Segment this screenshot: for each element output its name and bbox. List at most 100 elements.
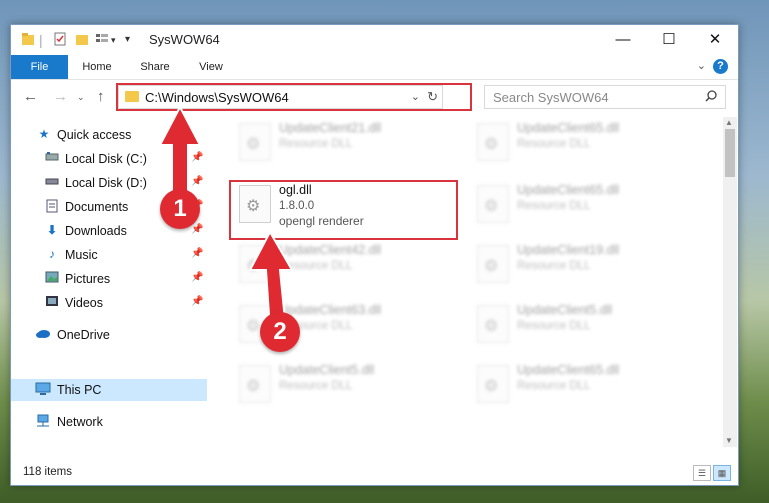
pin-icon[interactable]: 📌 [191, 272, 203, 283]
customize-toolbar-icon[interactable]: ▾ [125, 32, 130, 48]
dll-file-icon [477, 123, 509, 161]
chevron-down-icon[interactable]: ▾ [111, 32, 116, 48]
pictures-icon [45, 271, 59, 285]
drive-icon [45, 175, 59, 189]
file-version: 1.8.0.0 [279, 200, 315, 212]
sidebar-item-videos[interactable]: Videos 📌 [11, 292, 207, 314]
file-name: UpdateClient65.dll [517, 183, 620, 197]
scroll-up-icon[interactable]: ▲ [725, 118, 733, 127]
file-description: Resource DLL [517, 200, 591, 212]
file-name: UpdateClient65.dll [517, 363, 620, 377]
title-bar: | ▾ ▾ SysWOW64 — ☐ ✕ [11, 25, 738, 55]
search-input[interactable]: Search SysWOW64 [484, 85, 726, 109]
scroll-thumb[interactable] [725, 129, 735, 177]
file-tile[interactable]: UpdateClient5.dll Resource DLL [469, 299, 689, 347]
file-name: ogl.dll [279, 183, 312, 197]
minimize-button[interactable]: — [600, 25, 646, 55]
help-icon[interactable]: ? [713, 59, 728, 74]
dll-file-icon [477, 305, 509, 343]
dll-file-icon [477, 365, 509, 403]
ribbon-expand-icon[interactable]: ⌄ [697, 59, 706, 72]
videos-icon [45, 295, 59, 309]
search-placeholder: Search SysWOW64 [493, 90, 609, 105]
view-options-icon[interactable] [95, 32, 109, 48]
up-arrow-icon[interactable]: ↑ [97, 88, 105, 105]
sidebar-item-onedrive[interactable]: OneDrive [11, 324, 207, 346]
step-badge-1: 1 [160, 189, 200, 229]
file-tile[interactable]: UpdateClient65.dll Resource DLL [469, 179, 689, 227]
sidebar-item-label: OneDrive [57, 328, 110, 342]
file-description: Resource DLL [279, 138, 353, 150]
file-tile[interactable]: UpdateClient19.dll Resource DLL [469, 239, 689, 287]
drive-icon [45, 151, 59, 165]
window-title: SysWOW64 [149, 32, 220, 47]
download-icon: ⬇ [46, 223, 58, 237]
refresh-icon[interactable]: ↻ [427, 89, 438, 105]
address-path[interactable]: C:\Windows\SysWOW64 [145, 90, 289, 105]
scroll-down-icon[interactable]: ▼ [725, 436, 733, 445]
close-button[interactable]: ✕ [692, 25, 738, 55]
tab-view[interactable]: View [187, 55, 235, 79]
properties-icon[interactable] [53, 32, 67, 48]
forward-arrow-icon[interactable]: → [53, 88, 68, 105]
sidebar-item-music[interactable]: ♪ Music 📌 [11, 244, 207, 266]
separator: | [39, 32, 43, 48]
file-name: UpdateClient65.dll [517, 121, 620, 135]
music-icon: ♪ [49, 247, 55, 261]
file-name: UpdateClient19.dll [517, 243, 620, 257]
file-name: UpdateClient5.dll [517, 303, 613, 317]
computer-icon [35, 382, 51, 396]
file-tile[interactable]: UpdateClient65.dll Resource DLL [469, 117, 689, 165]
folder-icon [125, 91, 139, 102]
sidebar-item-label: Documents [65, 200, 129, 214]
tiles-view-icon[interactable]: ▦ [713, 465, 731, 481]
file-description: Resource DLL [517, 380, 591, 392]
file-name: UpdateClient5.dll [279, 363, 375, 377]
tab-share[interactable]: Share [131, 55, 179, 79]
file-description: opengl renderer [279, 214, 364, 228]
sidebar-item-network[interactable]: Network [11, 411, 207, 433]
network-icon [35, 414, 49, 428]
recent-locations-icon[interactable]: ⌄ [77, 92, 85, 103]
explorer-window: | ▾ ▾ SysWOW64 — ☐ ✕ File Home Share Vie… [10, 24, 739, 486]
sidebar-item-label: Videos [65, 296, 103, 310]
dll-file-icon [239, 365, 271, 403]
folder-icon [21, 32, 35, 48]
tab-home[interactable]: Home [73, 55, 121, 79]
sidebar-item-label: Local Disk (C:) [65, 152, 147, 166]
documents-icon [45, 199, 59, 213]
status-bar: 118 items ☰ ▦ [11, 463, 738, 485]
sidebar-item-pictures[interactable]: Pictures 📌 [11, 268, 207, 290]
sidebar-item-label: Local Disk (D:) [65, 176, 147, 190]
chevron-down-icon[interactable]: ⌄ [411, 90, 420, 103]
dll-file-icon [477, 245, 509, 283]
sidebar-item-this-pc[interactable]: This PC [11, 379, 207, 401]
tab-file[interactable]: File [11, 55, 68, 79]
star-icon: ★ [38, 127, 50, 141]
file-tile[interactable]: UpdateClient65.dll Resource DLL [469, 359, 689, 407]
sidebar-item-label: Pictures [65, 272, 111, 286]
details-view-icon[interactable]: ☰ [693, 465, 711, 481]
pin-icon[interactable]: 📌 [191, 296, 203, 307]
file-description: Resource DLL [279, 380, 353, 392]
file-tile[interactable]: UpdateClient21.dll Resource DLL [231, 117, 451, 165]
ribbon-tabs: File Home Share View ⌄ ? [11, 55, 738, 80]
back-arrow-icon[interactable]: ← [23, 88, 38, 105]
sidebar-item-label: This PC [57, 383, 102, 397]
file-tile-ogl-dll[interactable]: ogl.dll 1.8.0.0 opengl renderer [231, 179, 451, 228]
maximize-button[interactable]: ☐ [646, 25, 692, 55]
vertical-scrollbar[interactable]: ▲ ▼ [723, 117, 737, 447]
sidebar-item-label: Network [57, 415, 103, 429]
search-icon[interactable] [705, 90, 717, 105]
dll-file-icon [239, 123, 271, 161]
new-folder-icon[interactable] [75, 32, 89, 48]
item-count: 118 items [23, 466, 73, 478]
pin-icon[interactable]: 📌 [191, 248, 203, 259]
file-tile[interactable]: UpdateClient5.dll Resource DLL [231, 359, 451, 407]
dll-file-icon [477, 185, 509, 223]
sidebar-item-label: Downloads [65, 224, 127, 238]
sidebar-item-label: Quick access [57, 128, 132, 142]
pin-icon[interactable]: 📌 [191, 224, 203, 235]
file-description: Resource DLL [517, 138, 591, 150]
dll-file-icon [239, 185, 271, 223]
